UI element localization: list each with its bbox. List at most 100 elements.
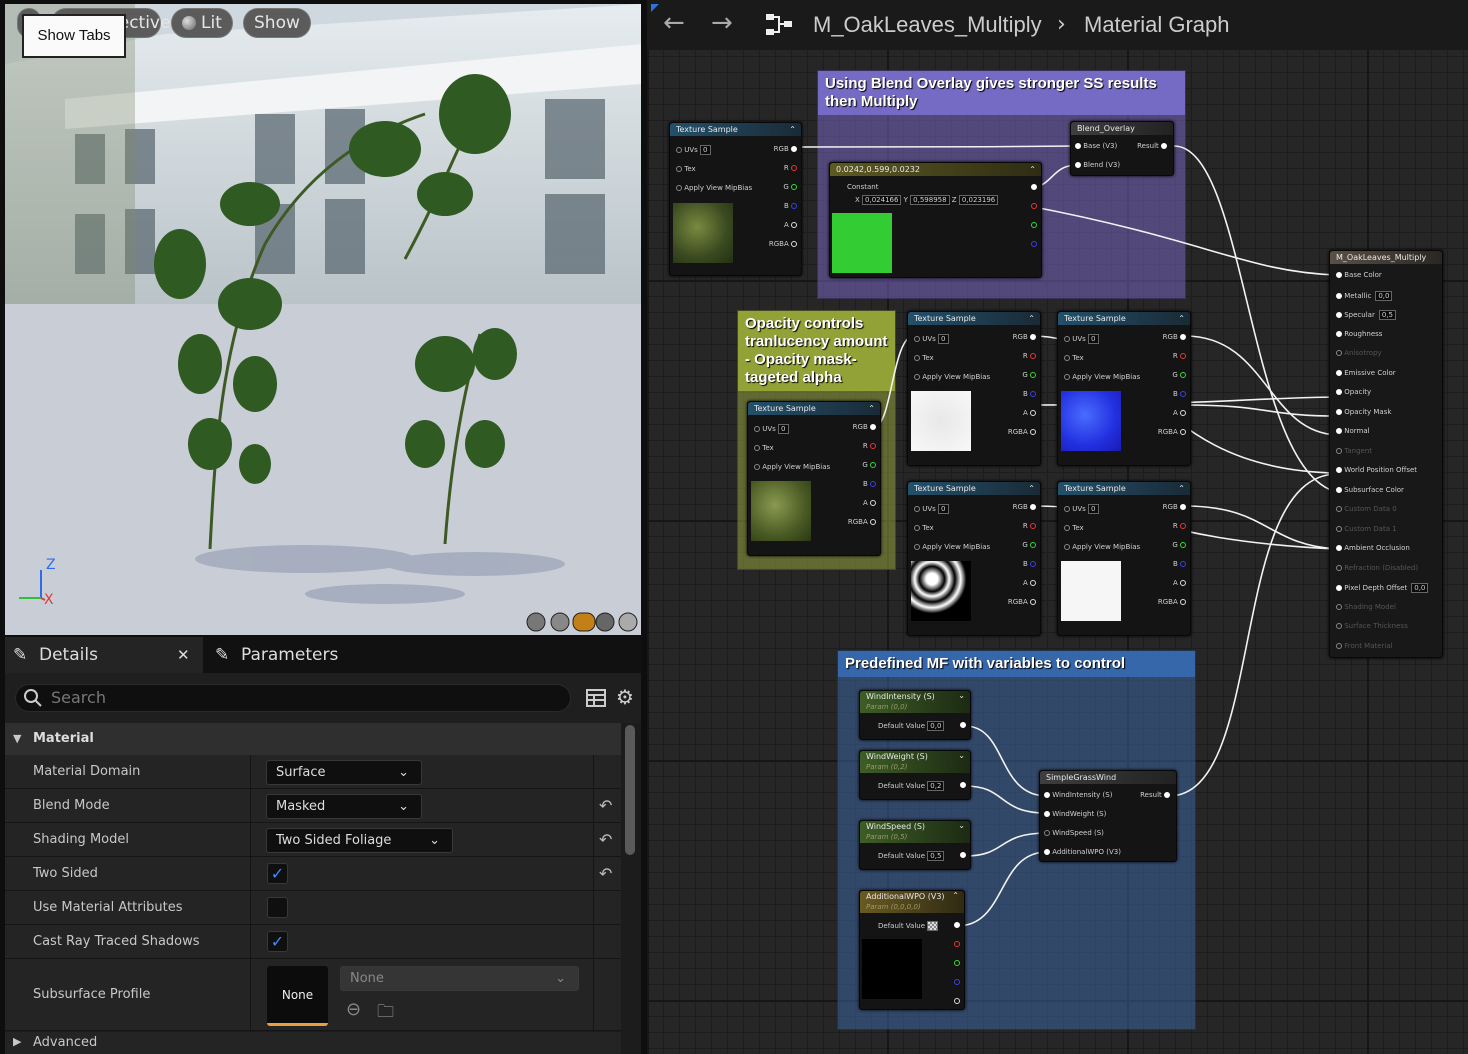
- pin-g-out[interactable]: [954, 959, 960, 967]
- material-pin[interactable]: Roughness: [1336, 330, 1382, 338]
- pin-mip[interactable]: Apply View MipBias: [754, 463, 830, 471]
- pin-r-out[interactable]: R: [1023, 522, 1036, 530]
- shading-model-dropdown[interactable]: Two Sided Foliage ⌄: [266, 828, 453, 853]
- pin-tex[interactable]: Tex: [914, 354, 934, 362]
- close-icon[interactable]: ✕: [177, 637, 190, 673]
- pin-g-out[interactable]: G: [1172, 371, 1186, 379]
- pin-b-out[interactable]: [1031, 240, 1037, 248]
- collapse-icon[interactable]: ⌄: [958, 691, 965, 701]
- pin-rgba-out[interactable]: RGBA: [1008, 428, 1036, 436]
- pin-rgba-out[interactable]: RGBA: [848, 518, 876, 526]
- collapse-icon[interactable]: ⌃: [868, 402, 875, 415]
- pin-result-out[interactable]: Result: [1140, 791, 1170, 799]
- browse-folder-icon[interactable]: 🗀: [377, 999, 394, 1028]
- pin-b-out[interactable]: B: [1023, 560, 1036, 568]
- pin-g-out[interactable]: G: [783, 183, 797, 191]
- pin-r-out[interactable]: R: [784, 164, 797, 172]
- pin-result-out[interactable]: Result: [1137, 142, 1167, 150]
- collapse-icon[interactable]: ⌃: [789, 123, 796, 136]
- material-preview-viewport[interactable]: Z X Perspective Lit Show Show Tabs: [5, 4, 641, 635]
- pin-g-out[interactable]: G: [1022, 541, 1036, 549]
- texture-sample-node[interactable]: Texture Sample ⌃ UVs 0 Tex Apply View Mip…: [747, 401, 881, 556]
- pin-r-out[interactable]: R: [1173, 352, 1186, 360]
- pin-tex[interactable]: Tex: [754, 444, 774, 452]
- show-button[interactable]: Show: [243, 8, 311, 38]
- material-pin-value[interactable]: 0,5: [1378, 310, 1396, 320]
- material-pin[interactable]: Ambient Occlusion: [1336, 544, 1410, 552]
- pin-rgba-out[interactable]: RGBA: [1158, 428, 1186, 436]
- collapse-icon[interactable]: ⌃: [1028, 312, 1035, 325]
- pin-tex[interactable]: Tex: [914, 524, 934, 532]
- material-output-node[interactable]: M_OakLeaves_Multiply Base Color Metallic…: [1329, 250, 1443, 658]
- material-pin[interactable]: Pixel Depth Offset 0,0: [1336, 583, 1429, 593]
- pin-rgb-out[interactable]: RGB: [1013, 503, 1036, 511]
- pin-rgb-out[interactable]: RGB: [1163, 333, 1186, 341]
- material-pin[interactable]: Emissive Color: [1336, 369, 1396, 377]
- material-pin[interactable]: Opacity Mask: [1336, 408, 1391, 416]
- collapse-icon[interactable]: ⌃: [1178, 482, 1185, 495]
- pin-tex[interactable]: Tex: [676, 165, 696, 173]
- pin-rgb-out[interactable]: RGB: [774, 145, 797, 153]
- material-pin[interactable]: Subsurface Color: [1336, 486, 1404, 494]
- param-wind-speed-node[interactable]: WindSpeed (S) Param (0,5) ⌄ Default Value …: [859, 820, 971, 870]
- pin-b-out[interactable]: B: [863, 480, 876, 488]
- collapse-icon[interactable]: ⌃: [1178, 312, 1185, 325]
- param-wind-weight-node[interactable]: WindWeight (S) Param (0,2) ⌄ Default Value…: [859, 750, 971, 800]
- pin-additional-wpo-in[interactable]: AdditionalWPO (V3): [1044, 848, 1121, 856]
- material-pin-value[interactable]: 0,0: [1375, 290, 1393, 301]
- pin-b-out[interactable]: [954, 978, 960, 986]
- pin-uvs[interactable]: UVs 0: [754, 424, 789, 434]
- pin-mip[interactable]: Apply View MipBias: [914, 373, 990, 381]
- material-pin[interactable]: Normal: [1336, 427, 1370, 435]
- use-selected-asset-icon[interactable]: ⊖: [346, 999, 361, 1020]
- reset-to-default-icon[interactable]: ↶: [599, 796, 612, 815]
- material-pin[interactable]: Opacity: [1336, 388, 1371, 396]
- reset-to-default-icon[interactable]: ↶: [599, 864, 612, 883]
- param-additional-wpo-node[interactable]: AdditionalWPO (V3) Param (0,0,0,0) ⌃ Defau…: [859, 890, 965, 1010]
- pin-tex[interactable]: Tex: [1064, 524, 1084, 532]
- material-pin[interactable]: Surface Thickness: [1336, 622, 1408, 630]
- pin-out[interactable]: [1031, 183, 1037, 191]
- pin-g-out[interactable]: [1031, 221, 1037, 229]
- collapse-icon[interactable]: ⌄: [958, 751, 965, 761]
- pin-r-out[interactable]: [1031, 202, 1037, 210]
- use-material-attributes-checkbox[interactable]: [267, 897, 288, 918]
- pin-uvs[interactable]: UVs 0: [1064, 334, 1099, 344]
- param-wind-intensity-node[interactable]: WindIntensity (S) Param (0,0) ⌄ Default Va…: [859, 690, 971, 740]
- pin-a-out[interactable]: A: [1023, 579, 1036, 587]
- pin-rgb-out[interactable]: RGB: [1163, 503, 1186, 511]
- subsurface-profile-dropdown[interactable]: None ⌄: [340, 966, 579, 991]
- pin-out[interactable]: [960, 781, 966, 789]
- collapse-icon[interactable]: ⌃: [952, 891, 959, 901]
- pin-mip[interactable]: Apply View MipBias: [1064, 373, 1140, 381]
- texture-sample-node[interactable]: Texture Sample ⌃ UVs 0 Tex Apply View Mip…: [1057, 311, 1191, 466]
- material-graph-editor[interactable]: ← → M_OakLeaves_Multiply › Material Grap…: [647, 0, 1468, 1054]
- collapse-icon[interactable]: ⌄: [958, 821, 965, 831]
- pin-a-out[interactable]: A: [1023, 409, 1036, 417]
- material-pin[interactable]: Custom Data 0: [1336, 505, 1397, 513]
- default-value[interactable]: Default Value 0,2: [878, 781, 945, 791]
- pin-wind-weight-in[interactable]: WindWeight (S): [1044, 810, 1106, 818]
- material-pin[interactable]: Front Material: [1336, 642, 1393, 650]
- two-sided-checkbox[interactable]: ✓: [267, 863, 288, 884]
- pin-a-out[interactable]: [954, 997, 960, 1005]
- pin-uvs[interactable]: UVs 0: [676, 145, 711, 155]
- default-value[interactable]: Default Value 0,0: [878, 721, 945, 731]
- pin-r-out[interactable]: R: [863, 442, 876, 450]
- constant-values[interactable]: X 0,024166 Y 0,598958 Z 0,023196: [855, 195, 999, 205]
- material-pin[interactable]: Base Color: [1336, 271, 1382, 279]
- pin-rgb-out[interactable]: RGB: [1013, 333, 1036, 341]
- pin-out[interactable]: [960, 851, 966, 859]
- pin-a-out[interactable]: A: [863, 499, 876, 507]
- material-pin[interactable]: Tangent: [1336, 447, 1372, 455]
- material-pin[interactable]: Specular 0,5: [1336, 310, 1396, 320]
- material-domain-dropdown[interactable]: Surface ⌄: [266, 760, 422, 785]
- pin-r-out[interactable]: R: [1023, 352, 1036, 360]
- subsurface-profile-thumbnail[interactable]: None: [267, 966, 328, 1026]
- material-pin[interactable]: World Position Offset: [1336, 466, 1417, 474]
- pin-rgba-out[interactable]: RGBA: [769, 240, 797, 248]
- tab-parameters[interactable]: ✎ Parameters: [211, 637, 338, 673]
- default-value[interactable]: Default Value: [878, 921, 938, 931]
- material-pin[interactable]: Custom Data 1: [1336, 525, 1397, 533]
- pin-rgb-out[interactable]: RGB: [853, 423, 876, 431]
